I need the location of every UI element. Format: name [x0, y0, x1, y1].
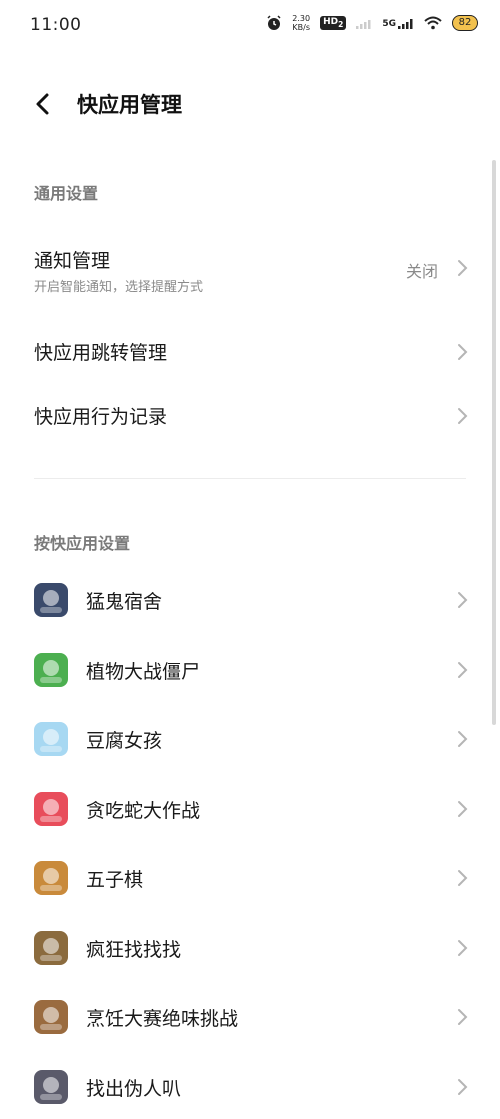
app-row[interactable]: 疯狂找找找: [0, 914, 500, 980]
row-title: 快应用跳转管理: [34, 342, 168, 364]
app-row[interactable]: 植物大战僵尸: [0, 636, 500, 702]
signal-empty-icon: [356, 20, 371, 29]
app-name: 猛鬼宿舍: [86, 591, 163, 613]
net-speed: 2.30 KB/s: [292, 14, 310, 32]
signal-5g: 5G: [382, 17, 414, 29]
row-value: 关闭: [405, 262, 438, 281]
section-divider: [34, 478, 466, 479]
behavior-record-row[interactable]: 快应用行为记录: [0, 384, 500, 446]
notification-management-row[interactable]: 通知管理 开启智能通知，选择提醒方式 关闭: [0, 236, 500, 306]
tofu-girl-icon: [34, 722, 68, 756]
signal-icon: [398, 19, 413, 29]
find-differences-icon: [34, 931, 68, 965]
chevron-right-icon: [458, 408, 468, 424]
wifi-icon: [424, 16, 442, 30]
status-bar: 11:00 2.30 KB/s HD2 5G 82: [0, 0, 500, 52]
battery-indicator: 82: [452, 15, 478, 31]
alarm-icon: [267, 15, 281, 30]
app-row[interactable]: 豆腐女孩: [0, 705, 500, 771]
top-bar: 快应用管理: [0, 72, 500, 136]
signal-label: 5G: [382, 19, 396, 29]
app-row[interactable]: 猛鬼宿舍: [0, 566, 500, 632]
chevron-right-icon: [458, 870, 468, 886]
snake-icon: [34, 792, 68, 826]
app-row[interactable]: 找出伪人叭: [0, 1053, 500, 1119]
status-time: 11:00: [30, 15, 82, 35]
ghost-dorm-icon: [34, 583, 68, 617]
app-name: 烹饪大赛绝味挑战: [86, 1008, 239, 1030]
app-name: 植物大战僵尸: [86, 661, 201, 683]
redirect-management-row[interactable]: 快应用跳转管理: [0, 320, 500, 382]
app-name: 贪吃蛇大作战: [86, 800, 201, 822]
hd-label: HD: [323, 17, 339, 28]
section-header-general: 通用设置: [34, 184, 99, 203]
hd-sub: 2: [338, 19, 344, 29]
chevron-right-icon: [458, 662, 468, 678]
chevron-right-icon: [458, 344, 468, 360]
chevron-right-icon: [458, 731, 468, 747]
app-row[interactable]: 五子棋: [0, 844, 500, 910]
chevron-right-icon: [458, 592, 468, 608]
app-name: 疯狂找找找: [86, 939, 182, 961]
page-title: 快应用管理: [77, 93, 182, 117]
row-subtitle: 开启智能通知，选择提醒方式: [34, 280, 204, 295]
chevron-right-icon: [458, 1009, 468, 1025]
back-arrow-icon: [36, 93, 49, 115]
section-header-apps: 按快应用设置: [34, 534, 131, 553]
cooking-icon: [34, 1000, 68, 1034]
find-impostor-icon: [34, 1070, 68, 1104]
net-speed-unit: KB/s: [292, 23, 310, 32]
zombie-icon: [34, 653, 68, 687]
net-speed-value: 2.30: [292, 14, 311, 23]
chevron-right-icon: [458, 260, 468, 276]
app-row[interactable]: 贪吃蛇大作战: [0, 775, 500, 841]
app-row[interactable]: 烹饪大赛绝味挑战: [0, 983, 500, 1049]
app-name: 五子棋: [86, 869, 144, 891]
app-name: 豆腐女孩: [86, 730, 163, 752]
gomoku-icon: [34, 861, 68, 895]
row-title: 通知管理: [34, 250, 111, 272]
status-icons: 2.30 KB/s HD2 5G 82: [266, 14, 478, 32]
chevron-right-icon: [458, 801, 468, 817]
scrollbar[interactable]: [492, 160, 496, 725]
hd-badge: HD2: [320, 16, 347, 30]
back-button[interactable]: [30, 89, 58, 119]
row-title: 快应用行为记录: [34, 406, 168, 428]
chevron-right-icon: [458, 940, 468, 956]
chevron-right-icon: [458, 1079, 468, 1095]
